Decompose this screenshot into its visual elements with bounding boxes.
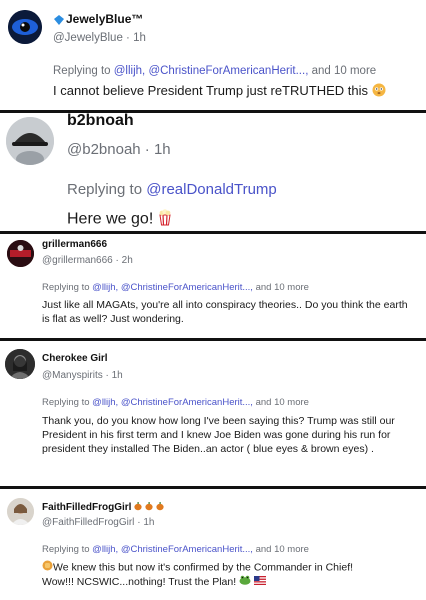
hand-emoji (42, 560, 53, 575)
avatar[interactable] (7, 240, 34, 267)
post-card-4: Cherokee Girl @Manyspirits · 1h Replying… (0, 341, 426, 487)
replying-label: Replying to (42, 282, 90, 293)
eye-avatar-icon (8, 10, 42, 44)
display-name[interactable]: JewelyBlue™ (66, 12, 143, 26)
replying-to: Replying to @llijh, @ChristineForAmerica… (53, 65, 376, 77)
replying-label: Replying to (42, 544, 90, 555)
avatar[interactable] (6, 117, 54, 165)
post-text: I cannot believe President Trump just re… (53, 83, 386, 100)
replying-more[interactable]: and 10 more (256, 544, 309, 555)
post-text: Just like all MAGAts, you're all into co… (42, 299, 408, 325)
mention-link[interactable]: @ChristineForAmericanHerit..., (121, 282, 253, 293)
replying-to: Replying to @llijh, @ChristineForAmerica… (42, 397, 309, 408)
display-name[interactable]: FaithFilledFrogGirl (42, 502, 131, 513)
frog-emoji (239, 575, 251, 589)
separator: · (115, 255, 119, 266)
handle[interactable]: @grillerman666 (42, 255, 113, 266)
flushed-face-emoji (372, 83, 386, 100)
mention-link[interactable]: @ChristineForAmericanHerit..., (121, 544, 253, 555)
replying-more[interactable]: and 10 more (312, 65, 377, 77)
replying-label: Replying to (53, 65, 111, 77)
mention-link[interactable]: @llijh, (92, 282, 118, 293)
timestamp[interactable]: 1h (154, 141, 171, 158)
handle[interactable]: @JewelyBlue (53, 32, 123, 44)
mention-link[interactable]: @ChristineForAmericanHerit..., (121, 397, 253, 408)
display-name[interactable]: Cherokee Girl (42, 353, 108, 364)
us-flag-emoji (253, 575, 266, 589)
replying-to: Replying to @realDonaldTrump (67, 181, 277, 198)
avatar[interactable] (8, 10, 42, 44)
mention-link[interactable]: @llijh, (92, 397, 118, 408)
handle-time: @Manyspirits · 1h (42, 370, 123, 381)
handle-time: @grillerman666 · 2h (42, 255, 133, 266)
mention-link[interactable]: @llijh, (92, 544, 118, 555)
replying-label: Replying to (42, 397, 90, 408)
timestamp[interactable]: 1h (133, 32, 146, 44)
mention-link[interactable]: @realDonaldTrump (146, 181, 277, 198)
handle-time: @b2bnoah · 1h (67, 141, 171, 158)
verified-diamond-icon (53, 13, 65, 31)
handle-time: @JewelyBlue · 1h (53, 32, 146, 44)
handle[interactable]: @FaithFilledFrogGirl (42, 517, 134, 528)
cap-avatar-icon (6, 117, 54, 165)
post-text: We knew this but now it's confirmed by t… (42, 560, 420, 589)
separator: · (144, 141, 150, 158)
woman-avatar-icon (5, 349, 35, 379)
display-name-row: FaithFilledFrogGirl (42, 501, 166, 514)
post-text: Here we go! (67, 208, 172, 231)
separator: · (126, 32, 130, 44)
timestamp[interactable]: 2h (122, 255, 133, 266)
replying-more[interactable]: and 10 more (256, 282, 309, 293)
post-card-2: b2bnoah @b2bnoah · 1h Replying to @realD… (0, 113, 426, 232)
replying-more[interactable]: and 10 more (256, 397, 309, 408)
replying-label: Replying to (67, 181, 143, 198)
display-name[interactable]: grillerman666 (42, 239, 107, 250)
handle[interactable]: @Manyspirits (42, 370, 103, 381)
post-text-line: Wow!!! NCSWIC...nothing! Trust the Plan! (42, 575, 420, 589)
timestamp[interactable]: 1h (143, 517, 154, 528)
post-card-3: grillerman666 @grillerman666 · 2h Replyi… (0, 234, 426, 339)
post-card-1: JewelyBlue™ @JewelyBlue · 1h Replying to… (0, 0, 426, 111)
replying-to: Replying to @llijh, @ChristineForAmerica… (42, 282, 309, 293)
mention-link[interactable]: @llijh, (114, 65, 146, 77)
pumpkin-icon (134, 501, 166, 514)
post-text: Thank you, do you know how long I've bee… (42, 415, 395, 455)
timestamp[interactable]: 1h (112, 370, 123, 381)
woman-avatar-icon (7, 498, 34, 525)
post-card-5: FaithFilledFrogGirl @FaithFilledFrogGirl… (0, 489, 426, 600)
post-text-line: We knew this but now it's confirmed by t… (42, 560, 420, 575)
handle[interactable]: @b2bnoah (67, 141, 141, 158)
display-name[interactable]: b2bnoah (67, 113, 134, 130)
avatar[interactable] (5, 349, 35, 379)
popcorn-emoji (158, 208, 172, 231)
avatar[interactable] (7, 498, 34, 525)
separator: · (105, 370, 109, 381)
mention-link[interactable]: @ChristineForAmericanHerit..., (148, 65, 308, 77)
dark-red-avatar-icon (7, 240, 34, 267)
replying-to: Replying to @llijh, @ChristineForAmerica… (42, 544, 309, 555)
separator: · (137, 517, 141, 528)
handle-time: @FaithFilledFrogGirl · 1h (42, 517, 154, 528)
